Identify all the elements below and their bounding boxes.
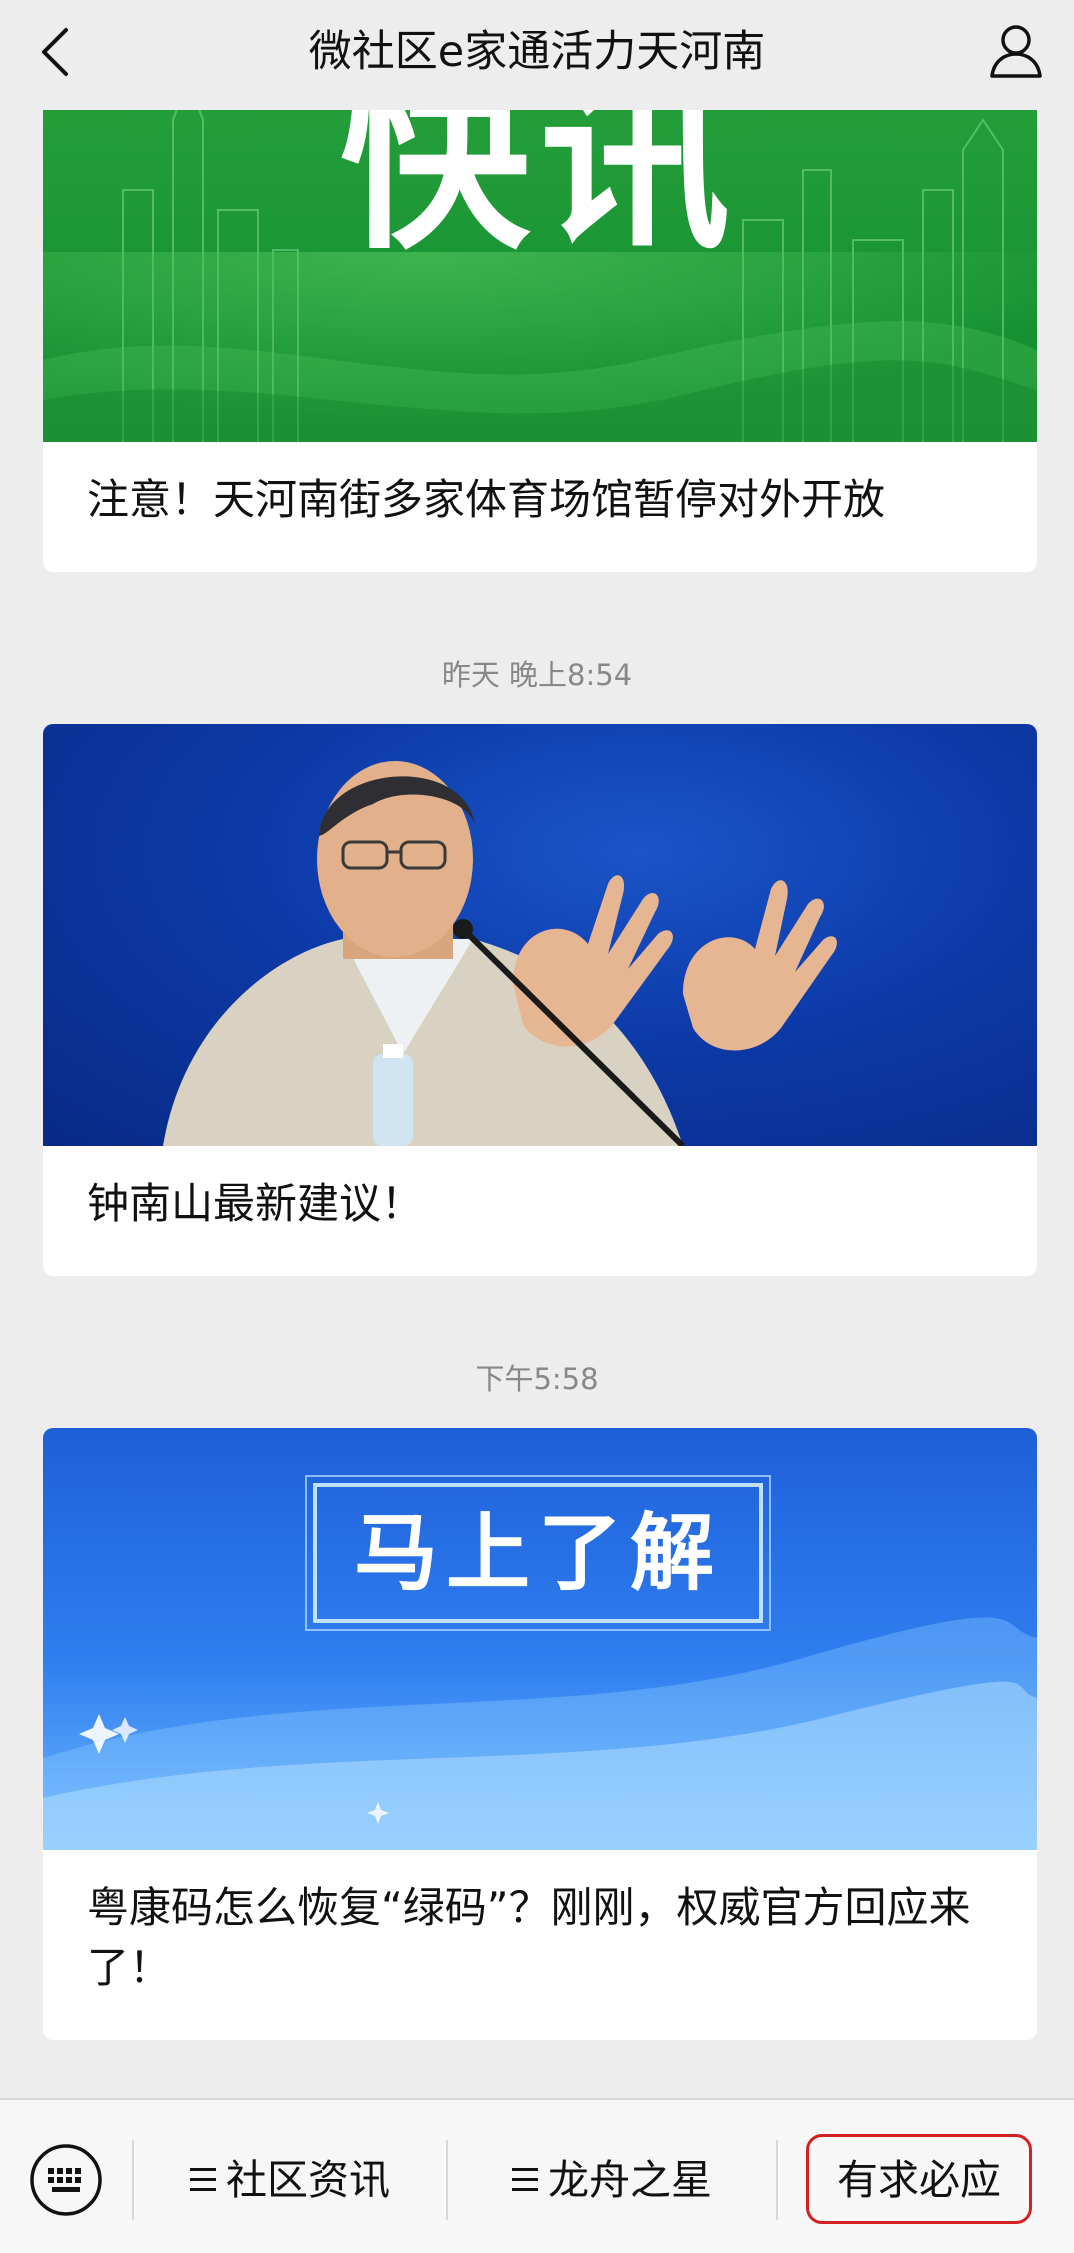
article-title: 钟南山最新建议！ — [87, 1179, 424, 1228]
chevron-left-icon — [42, 28, 68, 76]
menu-label: 社区资讯 — [226, 2156, 390, 2204]
article-card[interactable]: 马上了解 粤康码怎么恢复“绿码”？刚刚，权威官方回应来了！ — [43, 1428, 1037, 2040]
keyboard-icon — [30, 2144, 102, 2216]
article-thumbnail: 马上了解 — [43, 1428, 1037, 1850]
article-card[interactable]: 钟南山最新建议！ — [43, 724, 1037, 1276]
menu-label: 龙舟之星 — [548, 2156, 712, 2204]
menu-community-news[interactable]: 社区资讯 — [140, 2130, 440, 2230]
profile-button[interactable] — [984, 20, 1048, 84]
top-bar: 微社区e家通活力天河南 — [0, 0, 1074, 110]
bottom-menu-bar: 社区资讯 龙舟之星 有求必应 — [0, 2098, 1074, 2253]
menu-icon — [190, 2168, 216, 2192]
article-title: 粤康码怎么恢复“绿码”？刚刚，权威官方回应来了！ — [87, 1883, 971, 1992]
menu-icon — [512, 2168, 538, 2192]
user-icon — [990, 25, 1042, 78]
thumbnail-headline: 马上了解 — [353, 1504, 722, 1602]
timestamp: 下午5:58 — [475, 1362, 599, 1396]
menu-dragon-boat-star[interactable]: 龙舟之星 — [454, 2130, 770, 2230]
article-title: 注意！天河南街多家体育场馆暂停对外开放 — [87, 475, 886, 524]
timestamp: 昨天 晚上8:54 — [441, 658, 633, 692]
speaker-photo — [163, 761, 837, 1146]
page-title: 微社区e家通活力天河南 — [308, 27, 766, 77]
article-thumbnail — [43, 724, 1037, 1146]
menu-request-help[interactable]: 有求必应 — [806, 2130, 1032, 2230]
menu-label: 有求必应 — [837, 2156, 1001, 2204]
back-button[interactable] — [30, 22, 90, 82]
keyboard-toggle-button[interactable] — [28, 2142, 104, 2218]
